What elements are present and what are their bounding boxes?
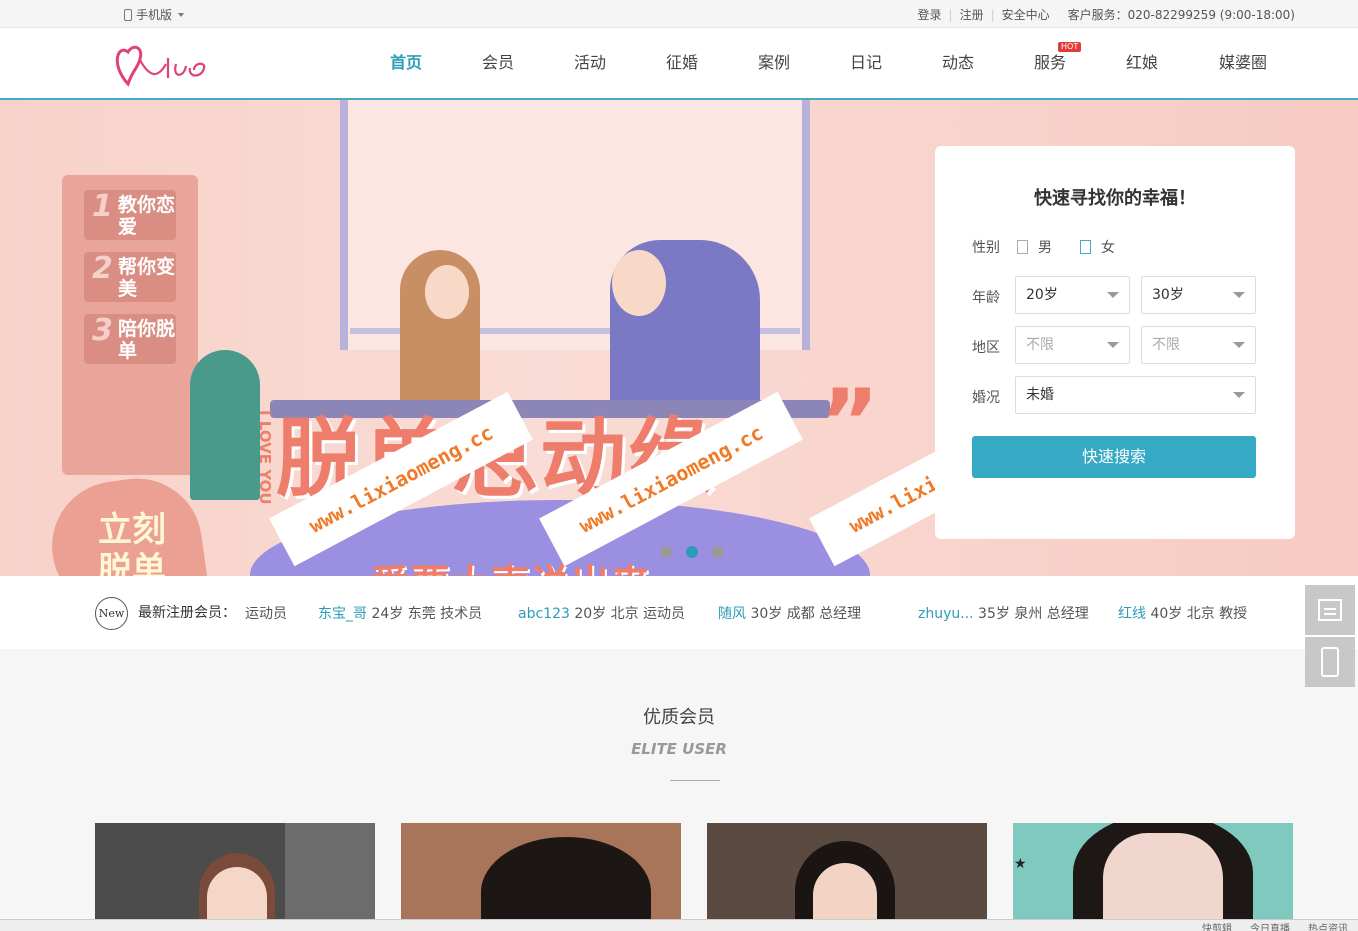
gender-label: 性别	[972, 240, 1000, 256]
hot-badge: HOT	[1058, 42, 1082, 52]
mobile-version-label: 手机版	[136, 8, 173, 22]
nav-matchmaking[interactable]: 征婚	[636, 28, 728, 98]
gender-male-label: 男	[1038, 240, 1052, 256]
site-logo[interactable]	[114, 38, 214, 90]
boy-face	[612, 250, 666, 316]
list-item[interactable]: abc123 20岁 北京 运动员	[518, 603, 685, 623]
elite-member-card[interactable]	[1013, 823, 1293, 923]
login-link[interactable]: 登录	[918, 6, 942, 23]
marital-status-select[interactable]: 未婚	[1015, 376, 1256, 414]
member-photo	[813, 863, 877, 923]
photo-background	[285, 823, 375, 923]
dropdown-arrow-icon	[1107, 342, 1119, 348]
list-item[interactable]: 东宝_哥 24岁 东莞 技术员	[318, 603, 482, 623]
list-item[interactable]: zhuyu... 35岁 泉州 总经理	[918, 603, 1089, 623]
mobile-version-link[interactable]: 手机版	[124, 6, 185, 23]
nav-feed[interactable]: 动态	[912, 28, 1004, 98]
customer-service-text: 客户服务：020-82299259 (9:00-18:00)	[1067, 8, 1295, 22]
region-city-select[interactable]: 不限	[1141, 326, 1256, 364]
age-to-value: 30岁	[1152, 287, 1184, 303]
new-badge-icon: New	[95, 597, 128, 630]
nav-cases[interactable]: 案例	[728, 28, 820, 98]
elite-member-card[interactable]	[707, 823, 987, 923]
nav-home[interactable]: 首页	[360, 28, 452, 98]
dropdown-arrow-icon	[1233, 342, 1245, 348]
divider: |	[990, 7, 995, 22]
region-province-value: 不限	[1026, 337, 1054, 353]
nav-services[interactable]: 服务 HOT	[1004, 28, 1096, 98]
gender-male-checkbox[interactable]: 男	[1017, 237, 1052, 257]
section-divider	[670, 780, 720, 781]
member-photo	[1103, 833, 1223, 923]
nav-events[interactable]: 活动	[544, 28, 636, 98]
age-label: 年龄	[972, 290, 1000, 306]
carousel-dot[interactable]	[712, 546, 724, 558]
age-from-value: 20岁	[1026, 287, 1058, 303]
marital-status-value: 未婚	[1026, 387, 1054, 403]
status-item[interactable]: 快剪辑	[1202, 920, 1232, 931]
carousel-dot[interactable]	[660, 546, 672, 558]
nav-matchmaker-circle[interactable]: 媒婆圈	[1188, 28, 1298, 98]
member-photo-hair	[481, 837, 651, 923]
gender-female-checkbox[interactable]: 女	[1080, 237, 1115, 257]
phone-icon	[124, 8, 132, 21]
elite-member-card[interactable]	[401, 823, 681, 923]
status-bar-items: 快剪辑 今日直播 热点资讯	[1202, 920, 1348, 931]
status-item[interactable]: 今日直播	[1250, 920, 1290, 931]
gender-female-label: 女	[1101, 240, 1115, 256]
quick-search-title: 快速寻找你的幸福！	[1034, 188, 1196, 209]
age-from-select[interactable]: 20岁	[1015, 276, 1130, 314]
nav-matchmaker[interactable]: 红娘	[1096, 28, 1188, 98]
register-link[interactable]: 注册	[960, 6, 984, 23]
checkbox-box	[1080, 240, 1091, 254]
quick-search-panel: 快速寻找你的幸福！ 性别 男 女 年龄 20岁 30岁 地区 不限 不限 婚况 …	[935, 146, 1295, 539]
nav-services-label: 服务	[1033, 53, 1066, 72]
girl-face	[425, 265, 469, 319]
list-item[interactable]: 运动员	[245, 603, 287, 623]
checkbox-box	[1017, 240, 1028, 254]
top-links: 登录 | 注册 | 安全中心 客户服务：020-82299259 (9:00-1…	[918, 6, 1296, 23]
star-icon: ★	[1014, 856, 1027, 872]
region-city-value: 不限	[1152, 337, 1180, 353]
member-photo	[207, 867, 267, 923]
qrcode-icon	[1318, 599, 1342, 621]
banner-vertical-text: I LOVE YOU	[256, 410, 274, 505]
status-item[interactable]: 热点资讯	[1308, 920, 1348, 931]
security-center-link[interactable]: 安全中心	[1002, 6, 1050, 23]
carousel-dots	[660, 546, 724, 558]
qrcode-float-button[interactable]	[1305, 585, 1355, 635]
banner-heart-text: 立刻脱单	[98, 510, 166, 576]
elite-member-card[interactable]	[95, 823, 375, 923]
nav-members[interactable]: 会员	[452, 28, 544, 98]
main-nav: 首页 会员 活动 征婚 案例 日记 动态 服务 HOT 红娘 媒婆圈	[360, 28, 1298, 98]
carousel-dot-active[interactable]	[686, 546, 698, 558]
region-province-select[interactable]: 不限	[1015, 326, 1130, 364]
dropdown-arrow-icon	[1233, 392, 1245, 398]
banner-quote-mark: ”	[820, 370, 880, 475]
region-label: 地区	[972, 340, 1000, 356]
dropdown-arrow-icon	[1233, 292, 1245, 298]
mobile-float-button[interactable]	[1305, 637, 1355, 687]
banner-sub-slogan: 一爱要大声说出来一	[330, 552, 690, 576]
dropdown-arrow-icon	[1107, 292, 1119, 298]
quick-search-button[interactable]: 快速搜索	[972, 436, 1256, 478]
divider: |	[948, 7, 953, 22]
nav-diary[interactable]: 日记	[820, 28, 912, 98]
new-members-strip: New 最新注册会员： 运动员 东宝_哥 24岁 东莞 技术员 abc123 2…	[0, 576, 1358, 649]
marital-label: 婚况	[972, 390, 1000, 406]
top-bar: 手机版 登录 | 注册 | 安全中心 客户服务：020-82299259 (9:…	[0, 0, 1358, 28]
browser-status-bar: 快剪辑 今日直播 热点资讯	[0, 919, 1358, 931]
mobile-icon	[1321, 647, 1339, 677]
banner-step-2: 2 帮你变美	[84, 252, 176, 302]
banner-step-3: 3 陪你脱单	[84, 314, 176, 364]
header: 首页 会员 活动 征婚 案例 日记 动态 服务 HOT 红娘 媒婆圈	[0, 28, 1358, 100]
age-to-select[interactable]: 30岁	[1141, 276, 1256, 314]
elite-section-subtitle: ELITE USER	[631, 740, 727, 758]
new-members-label: 最新注册会员：	[138, 605, 236, 621]
list-item[interactable]: 随风 30岁 成都 总经理	[718, 603, 861, 623]
banner-step-1: 1 教你恋爱	[84, 190, 176, 240]
list-item[interactable]: 红线 40岁 北京 教授	[1118, 603, 1247, 623]
elite-section-title: 优质会员	[643, 707, 715, 728]
caret-down-icon	[178, 12, 185, 17]
